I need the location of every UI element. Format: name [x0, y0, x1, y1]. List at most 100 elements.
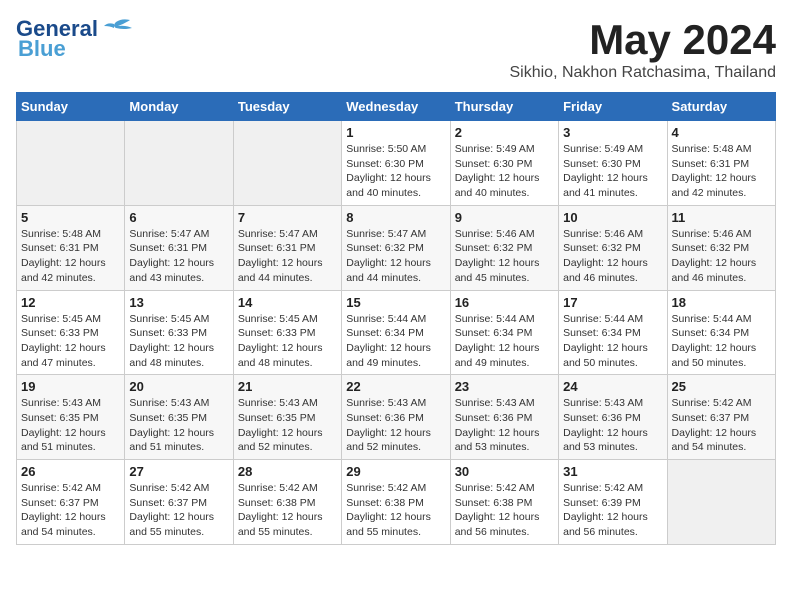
calendar-cell: 29Sunrise: 5:42 AM Sunset: 6:38 PM Dayli… [342, 460, 450, 545]
weekday-header-friday: Friday [559, 93, 667, 121]
day-info: Sunrise: 5:44 AM Sunset: 6:34 PM Dayligh… [455, 312, 554, 371]
weekday-header-row: SundayMondayTuesdayWednesdayThursdayFrid… [17, 93, 776, 121]
calendar-cell: 25Sunrise: 5:42 AM Sunset: 6:37 PM Dayli… [667, 375, 775, 460]
day-number: 19 [21, 379, 120, 394]
calendar-cell: 1 Sunrise: 5:50 AM Sunset: 6:30 PM Daylig… [342, 121, 450, 206]
weekday-header-monday: Monday [125, 93, 233, 121]
calendar-cell: 21 Sunrise: 5:43 AM Sunset: 6:35 PM Dayli… [233, 375, 341, 460]
day-number: 29 [346, 464, 445, 479]
day-number: 27 [129, 464, 228, 479]
week-row-1: 1 Sunrise: 5:50 AM Sunset: 6:30 PM Daylig… [17, 121, 776, 206]
day-number: 24 [563, 379, 662, 394]
day-number: 4 [672, 125, 771, 140]
day-number: 17 [563, 295, 662, 310]
day-info: Sunrise: 5:47 AM Sunset: 6:31 PM Dayligh… [129, 227, 228, 286]
day-info: Sunrise: 5:48 AM Sunset: 6:31 PM Dayligh… [672, 142, 771, 201]
day-number: 30 [455, 464, 554, 479]
day-number: 9 [455, 210, 554, 225]
day-info: Sunrise: 5:44 AM Sunset: 6:34 PM Dayligh… [563, 312, 662, 371]
logo: General Blue [16, 16, 134, 62]
calendar-cell [667, 460, 775, 545]
day-info: Sunrise: 5:43 AM Sunset: 6:36 PM Dayligh… [563, 396, 662, 455]
day-number: 10 [563, 210, 662, 225]
calendar-cell: 19 Sunrise: 5:43 AM Sunset: 6:35 PM Dayli… [17, 375, 125, 460]
page-header: General Blue May 2024 Sikhio, Nakhon Rat… [16, 16, 776, 82]
calendar-cell: 12 Sunrise: 5:45 AM Sunset: 6:33 PM Dayli… [17, 290, 125, 375]
calendar-cell: 20Sunrise: 5:43 AM Sunset: 6:35 PM Dayli… [125, 375, 233, 460]
calendar-cell: 15Sunrise: 5:44 AM Sunset: 6:34 PM Dayli… [342, 290, 450, 375]
day-info: Sunrise: 5:43 AM Sunset: 6:35 PM Dayligh… [21, 396, 120, 455]
calendar-cell: 31 Sunrise: 5:42 AM Sunset: 6:39 PM Dayli… [559, 460, 667, 545]
calendar-cell: 7Sunrise: 5:47 AM Sunset: 6:31 PM Daylig… [233, 205, 341, 290]
day-info: Sunrise: 5:42 AM Sunset: 6:37 PM Dayligh… [21, 481, 120, 540]
calendar-table: SundayMondayTuesdayWednesdayThursdayFrid… [16, 92, 776, 545]
day-info: Sunrise: 5:45 AM Sunset: 6:33 PM Dayligh… [21, 312, 120, 371]
calendar-cell: 27 Sunrise: 5:42 AM Sunset: 6:37 PM Dayli… [125, 460, 233, 545]
calendar-cell: 16Sunrise: 5:44 AM Sunset: 6:34 PM Dayli… [450, 290, 558, 375]
day-number: 22 [346, 379, 445, 394]
day-number: 1 [346, 125, 445, 140]
day-info: Sunrise: 5:45 AM Sunset: 6:33 PM Dayligh… [238, 312, 337, 371]
week-row-4: 19 Sunrise: 5:43 AM Sunset: 6:35 PM Dayli… [17, 375, 776, 460]
calendar-cell: 22 Sunrise: 5:43 AM Sunset: 6:36 PM Dayli… [342, 375, 450, 460]
day-info: Sunrise: 5:42 AM Sunset: 6:38 PM Dayligh… [455, 481, 554, 540]
calendar-cell: 10 Sunrise: 5:46 AM Sunset: 6:32 PM Dayli… [559, 205, 667, 290]
day-info: Sunrise: 5:46 AM Sunset: 6:32 PM Dayligh… [455, 227, 554, 286]
day-number: 21 [238, 379, 337, 394]
day-number: 28 [238, 464, 337, 479]
day-info: Sunrise: 5:46 AM Sunset: 6:32 PM Dayligh… [672, 227, 771, 286]
week-row-3: 12 Sunrise: 5:45 AM Sunset: 6:33 PM Dayli… [17, 290, 776, 375]
weekday-header-sunday: Sunday [17, 93, 125, 121]
day-number: 11 [672, 210, 771, 225]
calendar-cell [233, 121, 341, 206]
month-title: May 2024 [509, 16, 776, 64]
weekday-header-saturday: Saturday [667, 93, 775, 121]
weekday-header-thursday: Thursday [450, 93, 558, 121]
calendar-cell [125, 121, 233, 206]
logo-bird-icon [98, 18, 134, 40]
week-row-2: 5 Sunrise: 5:48 AM Sunset: 6:31 PM Daylig… [17, 205, 776, 290]
day-number: 5 [21, 210, 120, 225]
calendar-cell: 3 Sunrise: 5:49 AM Sunset: 6:30 PM Daylig… [559, 121, 667, 206]
title-block: May 2024 Sikhio, Nakhon Ratchasima, Thai… [509, 16, 776, 82]
weekday-header-wednesday: Wednesday [342, 93, 450, 121]
calendar-cell: 13Sunrise: 5:45 AM Sunset: 6:33 PM Dayli… [125, 290, 233, 375]
location: Sikhio, Nakhon Ratchasima, Thailand [509, 64, 776, 82]
day-info: Sunrise: 5:42 AM Sunset: 6:37 PM Dayligh… [672, 396, 771, 455]
calendar-cell: 6Sunrise: 5:47 AM Sunset: 6:31 PM Daylig… [125, 205, 233, 290]
day-info: Sunrise: 5:49 AM Sunset: 6:30 PM Dayligh… [563, 142, 662, 201]
calendar-cell: 11 Sunrise: 5:46 AM Sunset: 6:32 PM Dayli… [667, 205, 775, 290]
day-number: 26 [21, 464, 120, 479]
day-info: Sunrise: 5:46 AM Sunset: 6:32 PM Dayligh… [563, 227, 662, 286]
day-info: Sunrise: 5:48 AM Sunset: 6:31 PM Dayligh… [21, 227, 120, 286]
calendar-cell: 4 Sunrise: 5:48 AM Sunset: 6:31 PM Daylig… [667, 121, 775, 206]
day-number: 14 [238, 295, 337, 310]
day-number: 8 [346, 210, 445, 225]
day-info: Sunrise: 5:50 AM Sunset: 6:30 PM Dayligh… [346, 142, 445, 201]
day-info: Sunrise: 5:45 AM Sunset: 6:33 PM Dayligh… [129, 312, 228, 371]
day-info: Sunrise: 5:49 AM Sunset: 6:30 PM Dayligh… [455, 142, 554, 201]
day-number: 15 [346, 295, 445, 310]
day-info: Sunrise: 5:42 AM Sunset: 6:38 PM Dayligh… [238, 481, 337, 540]
day-info: Sunrise: 5:43 AM Sunset: 6:35 PM Dayligh… [238, 396, 337, 455]
day-number: 12 [21, 295, 120, 310]
calendar-cell: 18 Sunrise: 5:44 AM Sunset: 6:34 PM Dayli… [667, 290, 775, 375]
calendar-cell: 17 Sunrise: 5:44 AM Sunset: 6:34 PM Dayli… [559, 290, 667, 375]
calendar-cell [17, 121, 125, 206]
day-number: 7 [238, 210, 337, 225]
day-number: 2 [455, 125, 554, 140]
calendar-cell: 24 Sunrise: 5:43 AM Sunset: 6:36 PM Dayli… [559, 375, 667, 460]
day-info: Sunrise: 5:47 AM Sunset: 6:32 PM Dayligh… [346, 227, 445, 286]
day-info: Sunrise: 5:42 AM Sunset: 6:37 PM Dayligh… [129, 481, 228, 540]
calendar-cell: 9 Sunrise: 5:46 AM Sunset: 6:32 PM Daylig… [450, 205, 558, 290]
calendar-cell: 26 Sunrise: 5:42 AM Sunset: 6:37 PM Dayli… [17, 460, 125, 545]
day-number: 3 [563, 125, 662, 140]
day-number: 31 [563, 464, 662, 479]
day-number: 18 [672, 295, 771, 310]
day-info: Sunrise: 5:42 AM Sunset: 6:39 PM Dayligh… [563, 481, 662, 540]
calendar-cell: 2 Sunrise: 5:49 AM Sunset: 6:30 PM Daylig… [450, 121, 558, 206]
day-info: Sunrise: 5:44 AM Sunset: 6:34 PM Dayligh… [672, 312, 771, 371]
calendar-cell: 30 Sunrise: 5:42 AM Sunset: 6:38 PM Dayli… [450, 460, 558, 545]
day-info: Sunrise: 5:43 AM Sunset: 6:35 PM Dayligh… [129, 396, 228, 455]
day-info: Sunrise: 5:43 AM Sunset: 6:36 PM Dayligh… [346, 396, 445, 455]
